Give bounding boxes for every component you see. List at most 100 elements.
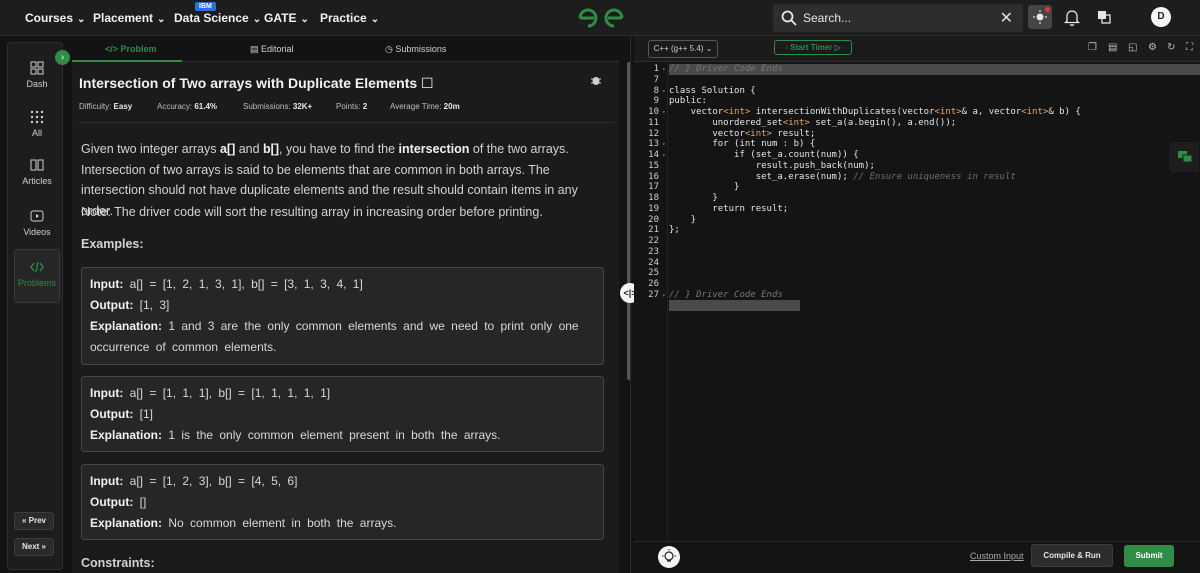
code-line: 25 (634, 268, 1200, 279)
copy-icon[interactable]: ❐ (1088, 42, 1097, 53)
code-text: result.push_back(num); (669, 160, 875, 171)
problem-title: Intersection of Two arrays with Duplicat… (79, 75, 434, 92)
output-value: [1, 3] (139, 298, 170, 312)
language-select[interactable]: C++ (g++ 5.4) ⌄ (648, 40, 718, 58)
line-number: 14 (648, 150, 659, 160)
document-icon: ▤ (250, 44, 262, 54)
sidebar-item-all[interactable]: All (14, 110, 60, 138)
bug-report-icon[interactable] (590, 74, 602, 86)
translate-icon[interactable] (1097, 10, 1111, 24)
prev-button[interactable]: « Prev (14, 512, 54, 530)
reset-icon[interactable]: ↻ (1167, 42, 1175, 53)
sidebar-item-dash[interactable]: Dash (14, 61, 60, 89)
code-line: 8 ▾ class Solution { (634, 86, 1200, 97)
line-number: 13 (648, 139, 659, 150)
close-icon[interactable]: ✕ (1000, 8, 1013, 28)
code-line: 12 vector<int> result; (634, 129, 1200, 140)
code-text: for (int num : b) { (669, 139, 816, 150)
fold-icon[interactable]: ▾ (662, 150, 666, 161)
bookmark-icon[interactable]: ☐ (417, 75, 434, 91)
code-text: unordered_set<int> set_a(a.begin(), a.en… (669, 117, 957, 128)
code-text: class Solution { (669, 85, 756, 96)
code-line: 27 ▾// } Driver Code Ends (634, 290, 1200, 301)
nav-practice[interactable]: Practice ⌄ (320, 11, 379, 25)
desc-array-b: b[] (263, 142, 280, 156)
points-value: 2 (362, 102, 368, 111)
nav-courses[interactable]: Courses ⌄ (25, 11, 85, 25)
message-icon (1178, 151, 1193, 163)
fold-icon[interactable]: ▾ (662, 64, 666, 75)
tab-problem[interactable]: </> Problem (105, 44, 157, 54)
code-text: // } Driver Code Ends (669, 289, 783, 300)
points: Points: 2 (336, 102, 367, 111)
notification-dot (1045, 7, 1050, 12)
sidebar-item-videos[interactable]: Videos (14, 209, 60, 237)
chevron-down-icon: ⌄ (300, 14, 309, 25)
example-input: Input: a[] = [1, 2, 1, 3, 1], b[] = [3, … (90, 274, 595, 295)
nav-gate-label: GATE (264, 11, 297, 25)
sidebar-item-problems[interactable]: Problems (14, 249, 60, 303)
code-line: 21}; (634, 225, 1200, 236)
fullscreen-icon[interactable]: ⛶ (1186, 42, 1193, 53)
code-line: 22 (634, 236, 1200, 247)
explanation-value: No common element in both the arrays. (168, 516, 397, 530)
code-line: 13 ▾ for (int num : b) { (634, 139, 1200, 150)
accuracy: Accuracy: 61.4% (157, 102, 217, 111)
fold-icon[interactable]: ▾ (662, 86, 666, 97)
tab-submissions-label: Submissions (395, 44, 447, 54)
code-text: vector<int> intersectionWithDuplicates(v… (669, 107, 1081, 117)
nav-data-science[interactable]: Data Science ⌄ (174, 11, 261, 25)
explanation-value: 1 and 3 are the only common elements and… (90, 319, 579, 354)
sidebar-item-label: All (31, 128, 42, 138)
collapse-sidebar-button[interactable]: › (55, 50, 70, 65)
dashboard-icon (30, 61, 44, 75)
line-number: 23 (648, 246, 659, 257)
tab-submissions[interactable]: ◷ Submissions (385, 44, 446, 55)
code-line: 18 } (634, 193, 1200, 204)
clock-icon: ◷ (385, 44, 396, 54)
line-number: 25 (648, 268, 659, 279)
line-number: 24 (648, 257, 659, 268)
bell-icon[interactable] (1064, 9, 1080, 26)
hint-button[interactable] (658, 546, 680, 568)
collapsed-code-highlight (669, 300, 800, 311)
timer-label: Start Timer (790, 43, 833, 52)
line-number: 9 (653, 96, 659, 107)
desc-text: , you have to find the (279, 142, 399, 156)
start-timer-button[interactable]: ▫ Start Timer ▷ (774, 40, 852, 55)
sidebar-item-label: Problems (17, 278, 56, 288)
book-icon (30, 159, 44, 171)
fold-icon[interactable]: ▾ (662, 139, 666, 150)
output-label: Output: (90, 495, 134, 509)
difficulty-label: Difficulty: (79, 102, 112, 111)
tab-editorial[interactable]: ▤ Editorial (250, 44, 294, 55)
avatar[interactable]: D (1151, 7, 1171, 27)
fold-icon[interactable]: ▾ (662, 107, 666, 118)
gfg-logo[interactable] (576, 6, 626, 30)
theme-toggle-button[interactable] (1028, 5, 1052, 29)
next-button[interactable]: Next » (14, 538, 54, 556)
nav-placement-label: Placement (93, 11, 154, 25)
submissions-label: Submissions: (243, 102, 291, 111)
settings-icon[interactable]: ⚙ (1148, 42, 1157, 53)
time-value: 20m (443, 102, 460, 111)
submit-button[interactable]: Submit (1124, 545, 1174, 567)
nav-gate[interactable]: GATE ⌄ (264, 11, 309, 25)
chat-icon[interactable] (1169, 142, 1199, 172)
example-box: Input: a[] = [1, 2, 3], b[] = [4, 5, 6] … (81, 464, 604, 540)
fold-icon[interactable]: ▾ (662, 290, 666, 301)
search-bar[interactable]: Search... ✕ (773, 4, 1023, 32)
sidebar-item-articles[interactable]: Articles (14, 158, 60, 186)
code-text: return result; (669, 203, 789, 214)
compile-run-button[interactable]: Compile & Run (1031, 544, 1113, 567)
accuracy-label: Accuracy: (157, 102, 193, 111)
nav-placement[interactable]: Placement ⌄ (93, 11, 165, 25)
code-line: 16 set_a.erase(num); // Ensure uniquenes… (634, 172, 1200, 183)
example-explanation: Explanation: 1 is the only common elemen… (90, 425, 595, 446)
custom-input-link[interactable]: Custom Input (970, 551, 1024, 561)
output-label: Output: (90, 407, 134, 421)
chevron-down-icon: ⌄ (370, 14, 380, 25)
code-editor[interactable]: 1 ▾// } Driver Code Ends 7 8 ▾ class Solution… (634, 62, 1200, 541)
file-icon[interactable]: ▤ (1108, 42, 1117, 53)
expand-icon[interactable]: ◱ (1128, 42, 1137, 53)
